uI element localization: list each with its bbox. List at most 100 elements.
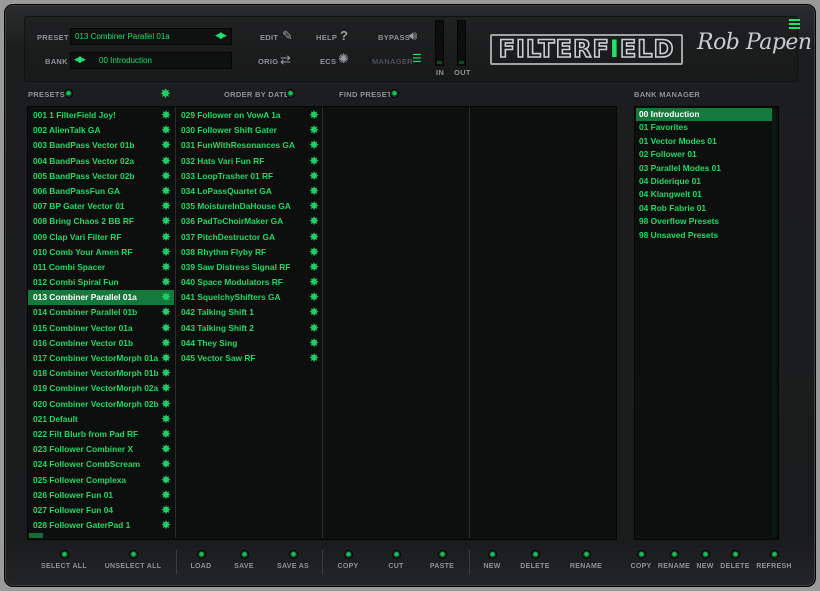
favorite-star-icon[interactable]: ✸ [161, 443, 171, 455]
favorite-star-icon[interactable]: ✸ [161, 200, 171, 212]
favorite-star-icon[interactable]: ✸ [309, 185, 319, 197]
preset-list-item[interactable]: 032 Hats Vari Fun RF ✸ [176, 154, 322, 169]
favorite-star-icon[interactable]: ✸ [161, 489, 171, 501]
favorite-star-icon[interactable]: ✸ [161, 382, 171, 394]
favorite-star-icon[interactable]: ✸ [161, 261, 171, 273]
favorite-star-icon[interactable]: ✸ [309, 170, 319, 182]
favorite-star-icon[interactable]: ✸ [161, 306, 171, 318]
favorite-star-icon[interactable]: ✸ [161, 413, 171, 425]
preset-list-item[interactable]: 043 Talking Shift 2 ✸ [176, 321, 322, 336]
preset-prev-next-arrows-icon[interactable]: ◀▶ [215, 30, 227, 41]
bank-list-item[interactable]: 98 Overflow Presets [636, 215, 772, 228]
bank-refresh-button[interactable]: REFRESH [755, 550, 793, 570]
bank-list-item[interactable]: 98 Unsaved Presets [636, 229, 772, 242]
preset-list-item[interactable]: 019 Combiner VectorMorph 02a ✸ [28, 381, 174, 396]
menu-icon[interactable] [789, 19, 800, 31]
preset-list-item[interactable]: 024 Follower CombScream ✸ [28, 457, 174, 472]
preset-list-item[interactable]: 018 Combiner VectorMorph 01b ✸ [28, 366, 174, 381]
favorite-star-icon[interactable]: ✸ [309, 246, 319, 258]
copy-button[interactable]: COPY [333, 550, 363, 570]
favorite-star-icon[interactable]: ✸ [161, 398, 171, 410]
favorite-star-icon[interactable]: ✸ [161, 139, 171, 151]
preset-name-field[interactable]: 013 Combiner Parallel 01a [70, 28, 232, 45]
favorite-star-icon[interactable]: ✸ [161, 291, 171, 303]
preset-list-item[interactable]: 042 Talking Shift 1 ✸ [176, 305, 322, 320]
preset-list-item[interactable]: 034 LoPassQuartet GA ✸ [176, 184, 322, 199]
question-icon[interactable]: ? [340, 29, 348, 42]
preset-list-item[interactable]: 040 Space Modulators RF ✸ [176, 275, 322, 290]
preset-list-item[interactable]: 009 Clap Vari Filter RF ✸ [28, 230, 174, 245]
favorite-star-icon[interactable]: ✸ [309, 337, 319, 349]
horizontal-scrollbar[interactable] [29, 533, 43, 538]
preset-list-item[interactable]: 020 Combiner VectorMorph 02b ✸ [28, 397, 174, 412]
preset-list-item[interactable]: 002 AlienTalk GA ✸ [28, 123, 174, 138]
save-button[interactable]: SAVE [229, 550, 259, 570]
bank-list-item[interactable]: 00 Introduction [636, 108, 772, 122]
favorite-star-icon[interactable]: ✸ [161, 185, 171, 197]
preset-list-item[interactable]: 013 Combiner Parallel 01a ✸ [28, 290, 174, 306]
favorite-star-icon[interactable]: ✸ [161, 337, 171, 349]
favorite-star-icon[interactable]: ✸ [309, 291, 319, 303]
preset-list-item[interactable]: 027 Follower Fun 04 ✸ [28, 503, 174, 518]
bank-list-item[interactable]: 04 Rob Fabrie 01 [636, 202, 772, 215]
favorite-star-icon[interactable]: ✸ [309, 276, 319, 288]
favorite-star-icon[interactable]: ✸ [309, 200, 319, 212]
favorite-star-icon[interactable]: ✸ [161, 474, 171, 486]
unselect-all-button[interactable]: UNSELECT ALL [104, 550, 162, 570]
speaker-icon[interactable]: 🔊︎ [409, 29, 417, 42]
favorite-star-icon[interactable]: ✸ [161, 519, 171, 531]
bank-list-item[interactable]: 04 Diderique 01 [636, 175, 772, 188]
order-by-date-led-button[interactable] [286, 89, 295, 98]
favorite-star-icon[interactable]: ✸ [309, 124, 319, 136]
preset-list-item[interactable]: 028 Follower GaterPad 1 ✸ [28, 518, 174, 533]
favorite-star-icon[interactable]: ✸ [309, 231, 319, 243]
preset-list-item[interactable]: 025 Follower Complexa ✸ [28, 473, 174, 488]
favorite-star-icon[interactable]: ✸ [309, 215, 319, 227]
delete-button[interactable]: DELETE [518, 550, 552, 570]
favorite-star-icon[interactable]: ✸ [161, 428, 171, 440]
preset-list-item[interactable]: 031 FunWithResonances GA ✸ [176, 138, 322, 153]
bank-new-button[interactable]: NEW [692, 550, 718, 570]
favorite-star-icon[interactable]: ✸ [309, 109, 319, 121]
preset-list-item[interactable]: 005 BandPass Vector 02b ✸ [28, 169, 174, 184]
favorite-star-icon[interactable]: ✸ [161, 170, 171, 182]
favorite-star-icon[interactable]: ✸ [161, 504, 171, 516]
preset-list-item[interactable]: 038 Rhythm Flyby RF ✸ [176, 245, 322, 260]
favorite-star-icon[interactable]: ✸ [161, 367, 171, 379]
favorite-star-icon[interactable]: ✸ [309, 306, 319, 318]
favorite-star-icon[interactable]: ✸ [161, 155, 171, 167]
preset-list-item[interactable]: 010 Comb Your Amen RF ✸ [28, 245, 174, 260]
swap-arrows-icon[interactable]: ⇄ [280, 53, 291, 66]
favorite-star-icon[interactable]: ✸ [161, 109, 171, 121]
preset-list-item[interactable]: 003 BandPass Vector 01b ✸ [28, 138, 174, 153]
preset-list-item[interactable]: 044 They Sing ✸ [176, 336, 322, 351]
preset-list-item[interactable]: 026 Follower Fun 01 ✸ [28, 488, 174, 503]
presets-led-button[interactable] [64, 89, 73, 98]
preset-list-item[interactable]: 021 Default ✸ [28, 412, 174, 427]
preset-list-item[interactable]: 012 Combi Spiral Fun ✸ [28, 275, 174, 290]
bank-list-item[interactable]: 04 Klangwelt 01 [636, 188, 772, 201]
favorite-star-icon[interactable]: ✸ [161, 215, 171, 227]
bank-list-item[interactable]: 01 Favorites [636, 121, 772, 134]
bank-copy-button[interactable]: COPY [627, 550, 655, 570]
bank-list-item[interactable]: 03 Parallel Modes 01 [636, 162, 772, 175]
preset-list-item[interactable]: 035 MoistureInDaHouse GA ✸ [176, 199, 322, 214]
rename-button[interactable]: RENAME [567, 550, 605, 570]
favorite-star-icon[interactable]: ✸ [160, 87, 171, 100]
preset-list-item[interactable]: 030 Follower Shift Gater ✸ [176, 123, 322, 138]
preset-list-item[interactable]: 017 Combiner VectorMorph 01a ✸ [28, 351, 174, 366]
preset-list-item[interactable]: 041 SquelchyShifters GA ✸ [176, 290, 322, 305]
cut-button[interactable]: CUT [381, 550, 411, 570]
bank-name-field[interactable]: 00 Introduction [70, 52, 232, 69]
preset-list-item[interactable]: 001 1 FilterField Joy! ✸ [28, 108, 174, 123]
favorite-star-icon[interactable]: ✸ [161, 352, 171, 364]
favorite-star-icon[interactable]: ✸ [161, 322, 171, 334]
find-preset-led-button[interactable] [390, 89, 399, 98]
preset-list-item[interactable]: 045 Vector Saw RF ✸ [176, 351, 322, 366]
favorite-star-icon[interactable]: ✸ [161, 246, 171, 258]
list-icon[interactable]: ☰ [412, 53, 422, 66]
save-as-button[interactable]: SAVE AS [274, 550, 312, 570]
favorite-star-icon[interactable]: ✸ [161, 124, 171, 136]
preset-list-item[interactable]: 023 Follower Combiner X ✸ [28, 442, 174, 457]
favorite-star-icon[interactable]: ✸ [309, 139, 319, 151]
